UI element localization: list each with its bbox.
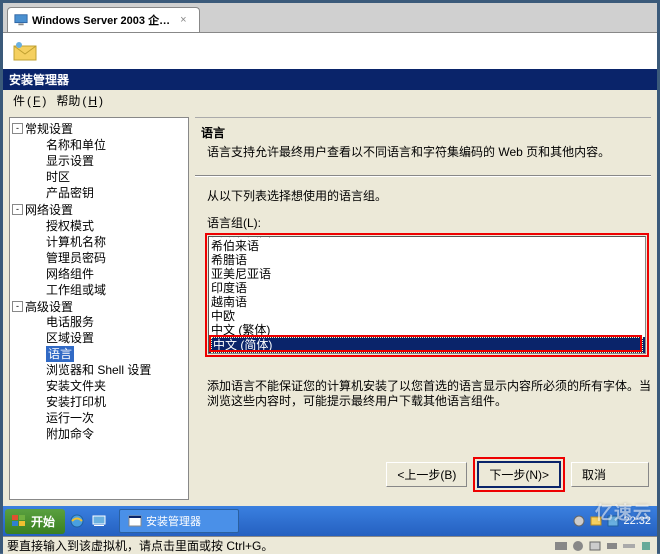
tray-icon-3[interactable] <box>606 514 620 528</box>
tree-item[interactable]: 产品密钥 <box>32 185 186 201</box>
envelope-icon <box>11 41 39 61</box>
list-item[interactable]: 越南语 <box>209 295 645 309</box>
device-icon[interactable] <box>554 540 568 552</box>
tree-group[interactable]: -常规设置 <box>12 120 186 137</box>
start-button[interactable]: 开始 <box>5 509 65 534</box>
device-icon[interactable] <box>622 540 636 552</box>
tree-item[interactable]: 语言 <box>32 346 186 362</box>
list-item[interactable]: 印度语 <box>209 281 645 295</box>
listbox-label: 语言组(L): <box>195 214 651 231</box>
tree-panel[interactable]: -常规设置名称和单位显示设置时区产品密钥-网络设置授权模式计算机名称管理员密码网… <box>9 117 189 500</box>
cancel-button[interactable]: 取消 <box>571 462 649 487</box>
tree-item[interactable]: 安装文件夹 <box>32 378 186 394</box>
menu-file[interactable]: 件(F) <box>9 92 48 109</box>
content-note: 添加语言不能保证您的计算机安装了以您首选的语言显示内容所必须的所有字体。当浏览这… <box>195 379 651 410</box>
collapse-icon[interactable]: - <box>12 301 23 312</box>
list-item[interactable]: 中欧 <box>209 309 645 323</box>
window-title: 安装管理器 <box>3 69 657 90</box>
list-item[interactable]: 中文 (简体) <box>209 337 645 353</box>
tree-group[interactable]: -高级设置 <box>12 298 186 315</box>
tree-item[interactable]: 运行一次 <box>32 410 186 426</box>
separator <box>195 175 651 177</box>
content-heading: 语言 <box>195 124 651 141</box>
windows-icon <box>11 514 27 528</box>
monitor-icon <box>14 13 28 27</box>
next-button[interactable]: 下一步(N)> <box>477 461 561 488</box>
tab-title: Windows Server 2003 企… <box>32 12 170 28</box>
tree-item[interactable]: 附加命令 <box>32 426 186 442</box>
tree-item[interactable]: 浏览器和 Shell 设置 <box>32 362 186 378</box>
content-instruction: 从以下列表选择想使用的语言组。 <box>195 187 651 204</box>
language-group-listbox[interactable]: 西欧和美国希伯来语希腊语亚美尼亚语印度语越南语中欧中文 (繁体)中文 (简体) <box>208 236 646 354</box>
content-panel: 语言 语言支持允许最终用户查看以不同语言和字符集编码的 Web 页和其他内容。 … <box>195 117 651 500</box>
tray-icon-2[interactable] <box>589 514 603 528</box>
menu-help[interactable]: 帮助(H) <box>52 92 105 109</box>
device-icon[interactable] <box>571 540 585 552</box>
vm-tab[interactable]: Windows Server 2003 企… × <box>7 7 200 32</box>
tree-item[interactable]: 名称和单位 <box>32 137 186 153</box>
ie-quick-icon[interactable] <box>67 511 87 531</box>
tree-item[interactable]: 授权模式 <box>32 218 186 234</box>
collapse-icon[interactable]: - <box>12 123 23 134</box>
device-icon[interactable] <box>588 540 602 552</box>
app-icon <box>128 514 142 528</box>
tree-item[interactable]: 计算机名称 <box>32 234 186 250</box>
list-item[interactable]: 中文 (繁体) <box>209 323 645 337</box>
tree-item[interactable]: 时区 <box>32 169 186 185</box>
device-icon[interactable] <box>605 540 619 552</box>
list-item[interactable]: 希腊语 <box>209 253 645 267</box>
tree-item[interactable]: 区域设置 <box>32 330 186 346</box>
list-item[interactable]: 希伯来语 <box>209 239 645 253</box>
start-label: 开始 <box>31 513 55 530</box>
taskbar-item-installer[interactable]: 安装管理器 <box>119 509 239 533</box>
content-description: 语言支持允许最终用户查看以不同语言和字符集编码的 Web 页和其他内容。 <box>195 145 651 161</box>
close-icon[interactable]: × <box>180 14 186 26</box>
tree-item[interactable]: 网络组件 <box>32 266 186 282</box>
device-icon[interactable] <box>639 540 653 552</box>
statusbar-text: 要直接输入到该虚拟机，请点击里面或按 Ctrl+G。 <box>7 537 273 554</box>
tray-icon-1[interactable] <box>572 514 586 528</box>
clock: 22:32 <box>623 515 651 527</box>
taskbar: 开始 安装管理器 22:32 <box>3 506 657 536</box>
tree-item[interactable]: 显示设置 <box>32 153 186 169</box>
tree-item[interactable]: 工作组或域 <box>32 282 186 298</box>
menu-bar: 件(F) 帮助(H) <box>3 90 657 111</box>
collapse-icon[interactable]: - <box>12 204 23 215</box>
list-item[interactable]: 亚美尼亚语 <box>209 267 645 281</box>
taskbar-item-label: 安装管理器 <box>146 513 201 529</box>
desktop-strip <box>3 33 657 69</box>
tree-item[interactable]: 安装打印机 <box>32 394 186 410</box>
back-button[interactable]: <上一步(B) <box>386 462 467 487</box>
system-tray: 22:32 <box>568 514 655 528</box>
tree-item[interactable]: 管理员密码 <box>32 250 186 266</box>
desktop-quick-icon[interactable] <box>89 511 109 531</box>
tree-group[interactable]: -网络设置 <box>12 201 186 218</box>
tree-item[interactable]: 电话服务 <box>32 314 186 330</box>
vmware-statusbar: 要直接输入到该虚拟机，请点击里面或按 Ctrl+G。 <box>3 536 657 554</box>
